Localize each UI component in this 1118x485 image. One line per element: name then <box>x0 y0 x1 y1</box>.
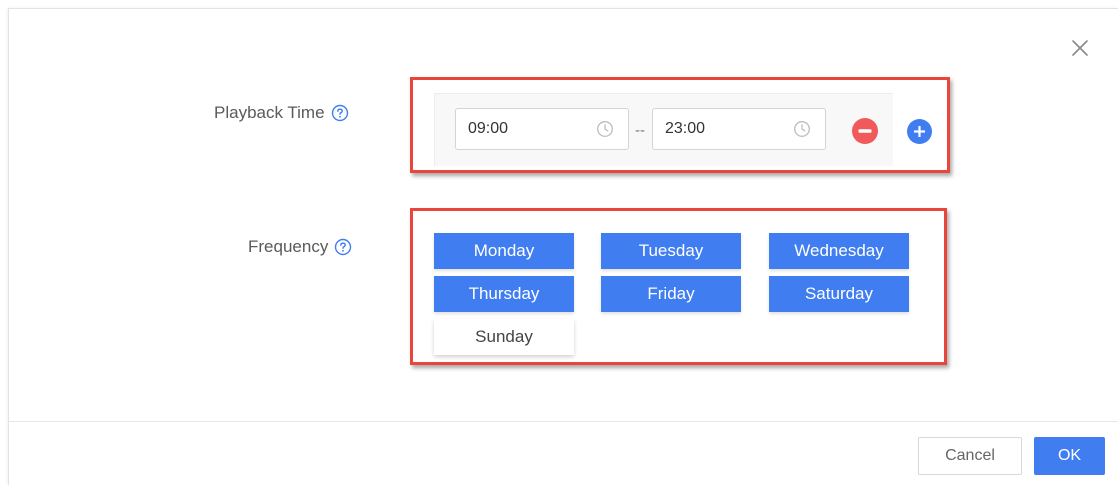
cancel-button-label: Cancel <box>945 447 995 464</box>
playback-time-highlight <box>410 77 950 173</box>
frequency-label: Frequency <box>248 237 352 257</box>
close-icon <box>1072 40 1088 56</box>
frequency-label-text: Frequency <box>248 237 329 256</box>
help-circle-icon[interactable] <box>334 238 352 256</box>
footer-divider <box>8 421 1118 422</box>
ok-button-label: OK <box>1057 447 1082 464</box>
frequency-highlight <box>410 208 947 365</box>
cancel-button[interactable]: Cancel <box>918 437 1022 475</box>
playback-time-label-text: Playback Time <box>214 103 325 122</box>
close-button[interactable] <box>1069 37 1091 59</box>
ok-button[interactable]: OK <box>1034 437 1105 475</box>
playback-time-label: Playback Time <box>214 103 349 123</box>
help-circle-icon[interactable] <box>331 104 349 122</box>
